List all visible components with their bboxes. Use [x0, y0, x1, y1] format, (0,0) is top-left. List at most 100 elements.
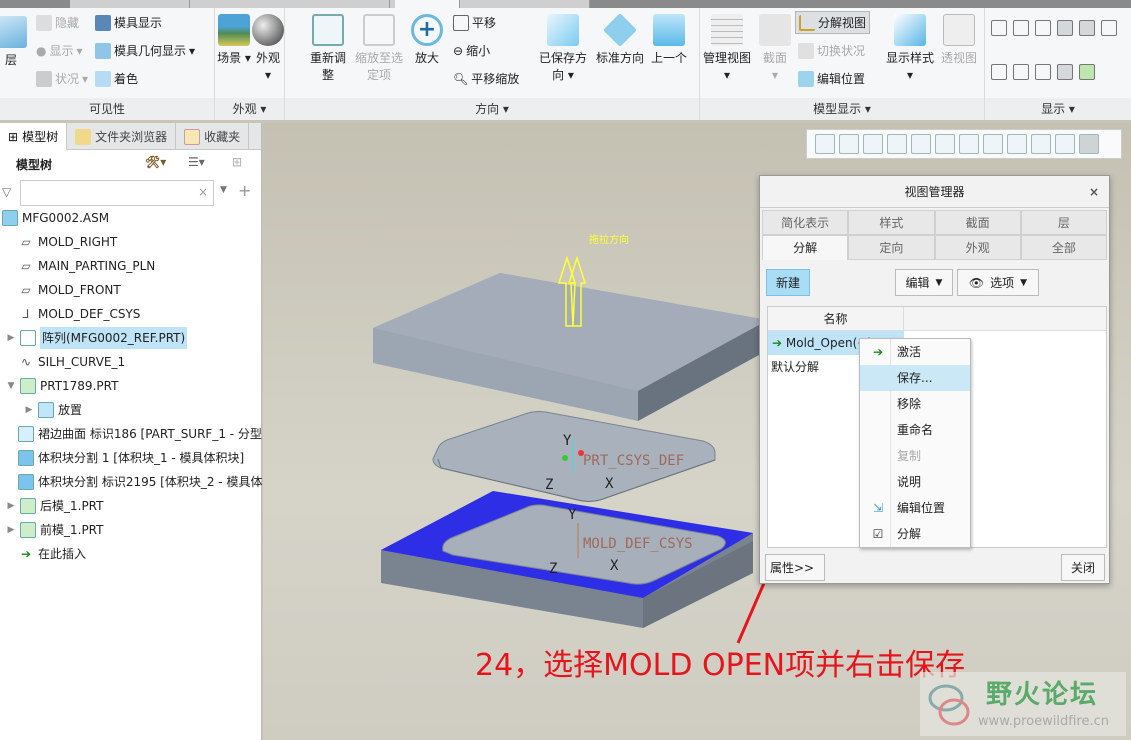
- refit-button[interactable]: 重新调整: [305, 14, 351, 84]
- axis-display-icon[interactable]: [1013, 20, 1029, 36]
- edit-position-button[interactable]: 编辑位置: [798, 70, 865, 87]
- tab-folder-browser[interactable]: 文件夹浏览器: [67, 123, 177, 150]
- tree-item[interactable]: ▱ MAIN_PARTING_PLN: [18, 255, 155, 277]
- display-style-button[interactable]: 显示样式 ▾: [882, 14, 938, 84]
- csys-display-icon[interactable]: [1057, 20, 1073, 36]
- close-icon[interactable]: ×: [1089, 176, 1099, 208]
- new-button[interactable]: 新建: [766, 269, 810, 296]
- tab-sections[interactable]: 截面: [934, 210, 1021, 235]
- pull-direction-icon[interactable]: [1079, 64, 1095, 80]
- tab-all[interactable]: 全部: [1020, 235, 1107, 260]
- columns-icon[interactable]: ⊞: [232, 155, 242, 169]
- menu-item[interactable]: ⇲ 编辑位置: [860, 495, 970, 521]
- tab-appearance[interactable]: 外观: [934, 235, 1021, 260]
- tree-item[interactable]: ▱ MOLD_RIGHT: [18, 231, 117, 253]
- tab-model-tree[interactable]: ⊞ 模型树: [0, 123, 68, 150]
- tree-item[interactable]: ▼ PRT1789.PRT: [6, 375, 118, 397]
- zoom-in-icon[interactable]: [839, 134, 859, 154]
- plane-display-icon[interactable]: [991, 20, 1007, 36]
- menu-item[interactable]: ➔ 激活: [860, 339, 970, 365]
- shade-button[interactable]: 着色: [95, 70, 138, 87]
- zoom-out-button[interactable]: ⊖ 缩小: [453, 42, 490, 59]
- column-name[interactable]: 名称: [768, 307, 904, 330]
- zoom-out-icon[interactable]: [863, 134, 883, 154]
- ribbon-tab[interactable]: [70, 0, 190, 8]
- tab-layers[interactable]: 层: [1020, 210, 1107, 235]
- point-tag-icon[interactable]: [1035, 64, 1051, 80]
- tree-item[interactable]: 裙边曲面 标识186 [PART_SURF_1 - 分型: [18, 423, 262, 445]
- tree-item[interactable]: ▶ 前模_1.PRT: [6, 519, 103, 541]
- tree-item[interactable]: ∿ SILH_CURVE_1: [18, 351, 125, 373]
- datum-display-icon[interactable]: [983, 134, 1003, 154]
- menu-item[interactable]: 保存...: [860, 365, 970, 391]
- point-display-icon[interactable]: [1055, 134, 1075, 154]
- menu-item[interactable]: 复制: [860, 443, 970, 469]
- add-icon[interactable]: +: [238, 181, 251, 200]
- collapse-icon[interactable]: ▼: [6, 375, 16, 397]
- plane-tag-icon[interactable]: [991, 64, 1007, 80]
- menu-item[interactable]: 说明: [860, 469, 970, 495]
- tab-favorites[interactable]: 收藏夹: [176, 123, 250, 150]
- perspective-button[interactable]: 透视图: [936, 14, 982, 67]
- csys-display-icon[interactable]: [1079, 134, 1099, 154]
- manage-views-button[interactable]: 管理视图 ▾: [700, 14, 754, 84]
- close-button[interactable]: 关闭: [1061, 554, 1105, 581]
- pan-zoom-button[interactable]: 🔍︎ 平移缩放: [453, 70, 519, 87]
- section-button[interactable]: 截面 ▾: [752, 14, 798, 84]
- expand-icon[interactable]: ▶: [6, 495, 16, 517]
- axis-tag-icon[interactable]: [1013, 64, 1029, 80]
- layer-button[interactable]: 层: [0, 16, 34, 69]
- tab-orient[interactable]: 定向: [848, 235, 935, 260]
- edit-dropdown[interactable]: 编辑 ▼: [895, 269, 953, 296]
- tree-item[interactable]: ▶ 阵列(MFG0002_REF.PRT): [6, 327, 188, 349]
- toggle-status-button[interactable]: 切换状况: [798, 42, 865, 59]
- tree-item[interactable]: ➔ 在此插入: [18, 543, 86, 565]
- expand-icon[interactable]: ▶: [24, 399, 34, 421]
- display-style-icon[interactable]: [911, 134, 931, 154]
- repaint-icon[interactable]: [887, 134, 907, 154]
- menu-item[interactable]: 移除: [860, 391, 970, 417]
- appearance-button[interactable]: 外观 ▾: [251, 14, 285, 84]
- refit-icon[interactable]: [815, 134, 835, 154]
- zoom-selected-button[interactable]: 缩放至选定项: [353, 14, 405, 84]
- expand-icon[interactable]: ▶: [6, 519, 16, 541]
- previous-button[interactable]: 上一个: [645, 14, 693, 67]
- saved-orientations-icon[interactable]: [935, 134, 955, 154]
- ribbon-tab[interactable]: [190, 0, 390, 8]
- properties-button[interactable]: 属性>>: [765, 554, 825, 581]
- tree-item[interactable]: MFG0002.ASM: [2, 207, 109, 229]
- saved-orientations-button[interactable]: 已保存方向 ▾: [535, 14, 591, 84]
- zoom-in-button[interactable]: + 放大: [407, 14, 447, 67]
- annotation-display-icon[interactable]: [1079, 20, 1095, 36]
- options-dropdown[interactable]: 👁︎ 选项 ▼: [957, 269, 1039, 296]
- plane-display-icon[interactable]: [1007, 134, 1027, 154]
- tab-simplified-rep[interactable]: 简化表示: [762, 210, 849, 235]
- tab-style[interactable]: 样式: [848, 210, 935, 235]
- mold-geometry-display-button[interactable]: 模具几何显示 ▾: [95, 42, 195, 59]
- csys-tag-icon[interactable]: [1057, 64, 1073, 80]
- manage-views-icon[interactable]: [959, 134, 979, 154]
- axis-display-icon[interactable]: [1031, 134, 1051, 154]
- tree-search-input[interactable]: [20, 180, 214, 206]
- show-button[interactable]: ● 显示 ▾: [36, 42, 83, 59]
- scene-button[interactable]: 场景 ▾: [215, 14, 253, 67]
- tree-item[interactable]: ▱ MOLD_FRONT: [18, 279, 120, 301]
- spin-center-icon[interactable]: [1101, 20, 1117, 36]
- menu-item[interactable]: ☑ 分解: [860, 521, 970, 547]
- standard-orientation-button[interactable]: 标准方向: [593, 13, 647, 67]
- tree-item[interactable]: ⅃ MOLD_DEF_CSYS: [18, 303, 141, 325]
- status-button[interactable]: 状况 ▾: [36, 70, 88, 87]
- settings-icon[interactable]: 🛠▾: [145, 155, 166, 169]
- explode-view-button[interactable]: 分解视图: [795, 11, 871, 34]
- tree-item[interactable]: ▶ 后模_1.PRT: [6, 495, 103, 517]
- ribbon-tab-active[interactable]: [395, 0, 460, 8]
- menu-item[interactable]: 重命名: [860, 417, 970, 443]
- tree-item[interactable]: ▶ 放置: [24, 399, 82, 421]
- tab-explode[interactable]: 分解: [762, 235, 849, 260]
- clear-icon[interactable]: ×: [198, 185, 208, 199]
- filter-icon[interactable]: ▽: [2, 185, 11, 199]
- show-icon[interactable]: ☰▾: [188, 155, 205, 169]
- expand-icon[interactable]: ▶: [6, 327, 16, 349]
- tree-item[interactable]: 体积块分割 标识2195 [体积块_2 - 模具体: [18, 471, 262, 493]
- hide-button[interactable]: 隐藏: [36, 14, 79, 31]
